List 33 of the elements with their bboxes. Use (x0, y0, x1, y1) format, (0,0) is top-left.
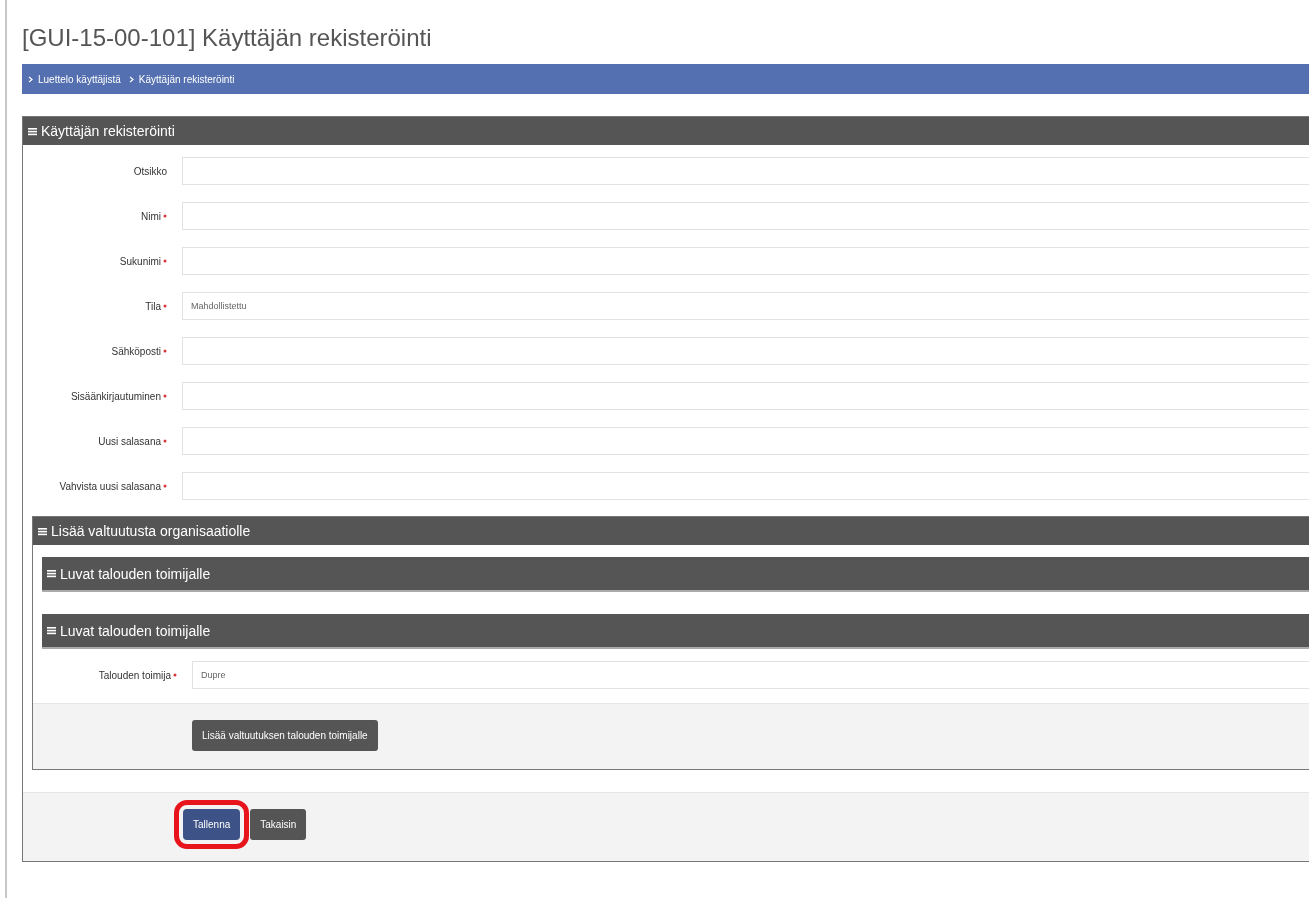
breadcrumb-link[interactable]: Luettelo käyttäjistä (38, 73, 121, 85)
section-title: Luvat talouden toimijalle (60, 565, 211, 582)
input-field[interactable] (182, 427, 1309, 455)
input-field[interactable] (182, 202, 1309, 230)
menu-icon (38, 526, 47, 536)
field-label: Sisäänkirjautuminen (70, 390, 161, 402)
input-field[interactable] (182, 382, 1309, 410)
field-label: Nimi (141, 210, 161, 222)
field-label: Talouden toimija (98, 669, 171, 681)
input-field[interactable]: Dupre (192, 661, 1309, 689)
menu-icon (47, 626, 56, 635)
field-label: Tila (145, 300, 161, 312)
field-label: Uusi salasana (98, 435, 161, 447)
page-title: [GUI-15-00-101] Käyttäjän rekisteröinti (22, 24, 433, 52)
input-field[interactable] (182, 337, 1309, 365)
field-label: Sähköposti (111, 345, 161, 357)
menu-icon (28, 126, 37, 136)
menu-icon (47, 569, 56, 578)
chevron-icon (128, 75, 134, 83)
section-title: Luvat talouden toimijalle (60, 622, 211, 639)
breadcrumb-link[interactable]: Käyttäjän rekisteröinti (138, 73, 235, 85)
input-field[interactable]: Mahdollistettu (182, 292, 1309, 320)
field-label: Sukunimi (119, 255, 161, 267)
panel-title: Käyttäjän rekisteröinti (41, 123, 175, 139)
input-field[interactable] (182, 157, 1309, 185)
input-field[interactable] (182, 472, 1309, 500)
field-label: Vahvista uusi salasana (59, 480, 161, 492)
input-field[interactable] (182, 247, 1309, 275)
back-button[interactable]: Takaisin (250, 809, 307, 840)
field-label: Otsikko (133, 165, 167, 177)
chevron-icon (28, 75, 33, 83)
panel-title: Lisää valtuutusta organisaatiolle (51, 523, 251, 539)
add-authorization-button[interactable]: Lisää valtuutuksen talouden toimijalle (192, 720, 378, 751)
